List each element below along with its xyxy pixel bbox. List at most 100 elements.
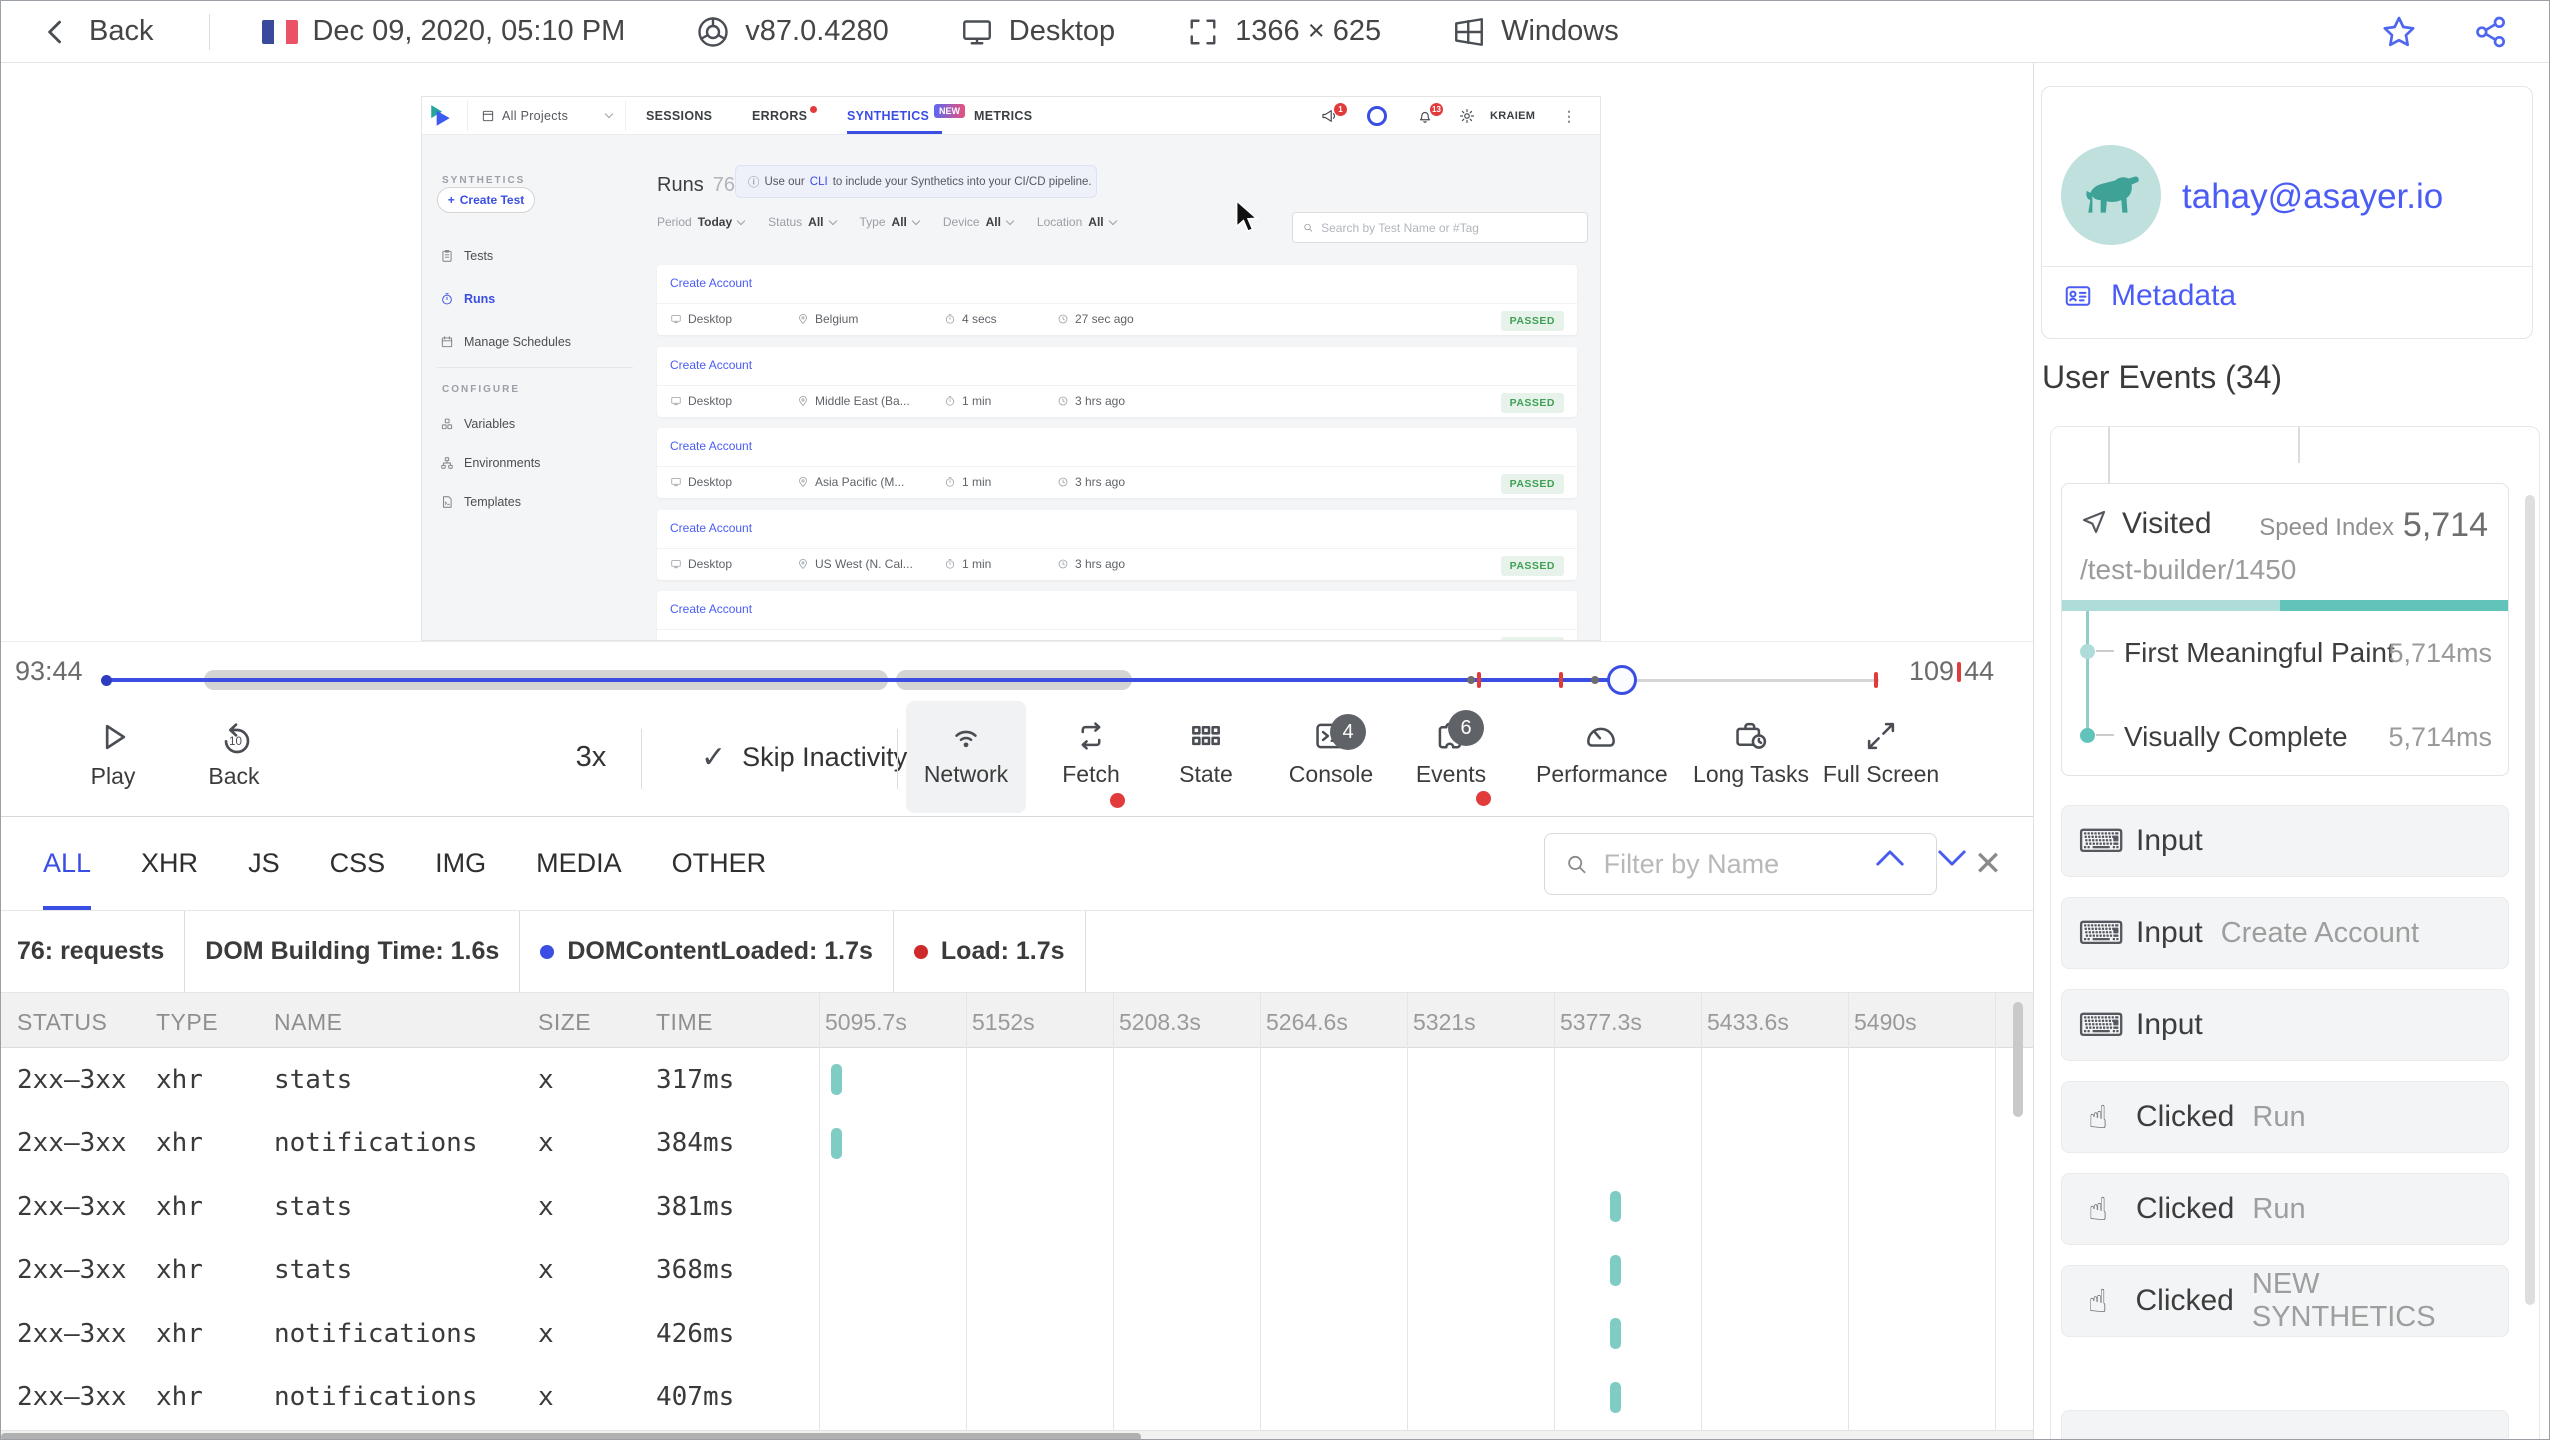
sidebar-item-tests[interactable]: Tests: [440, 249, 493, 263]
filter-type[interactable]: Type All: [860, 215, 921, 229]
project-selector[interactable]: All Projects: [481, 97, 568, 135]
playback-timeline[interactable]: 93:44 109 44: [1, 641, 2033, 701]
horizontal-scrollbar-thumb[interactable]: [1, 1433, 1141, 1439]
event-marker[interactable]: [1591, 676, 1599, 684]
events-scrollbar-thumb[interactable]: [2525, 495, 2535, 1305]
sidebar-item-variables[interactable]: Variables: [440, 417, 515, 431]
request-row[interactable]: 2xx–3xx xhr notifications x 426ms: [1, 1302, 2033, 1366]
error-marker[interactable]: [1559, 672, 1563, 688]
create-test-button[interactable]: + Create Test: [437, 187, 535, 213]
sidebar-item-manage-schedules[interactable]: Manage Schedules: [440, 335, 571, 349]
error-marker[interactable]: [1477, 672, 1481, 688]
performance-panel-button[interactable]: Performance: [1536, 703, 1668, 788]
run-name[interactable]: Create Account: [670, 602, 752, 616]
tab-js[interactable]: JS: [248, 817, 280, 910]
request-row[interactable]: 2xx–3xx xhr notifications x 407ms: [1, 1366, 2033, 1430]
favorite-button[interactable]: [2379, 12, 2419, 52]
full-screen-button[interactable]: Full Screen: [1816, 703, 1946, 788]
tab-xhr[interactable]: XHR: [141, 817, 198, 910]
sidebar-item-environments[interactable]: Environments: [440, 456, 540, 470]
run-card[interactable]: Create Account Desktop Canada (Central) …: [657, 591, 1577, 640]
state-panel-button[interactable]: State: [1141, 703, 1271, 788]
run-card[interactable]: Create Account Desktop Belgium 4 secs 27…: [657, 265, 1577, 335]
run-card[interactable]: Create Account Desktop Middle East (Ba..…: [657, 347, 1577, 417]
gear-icon[interactable]: [1458, 107, 1476, 125]
tab-metrics[interactable]: METRICS: [974, 97, 1032, 135]
sidebar-item-runs[interactable]: Runs: [440, 292, 495, 306]
close-panel-button[interactable]: ✕: [1963, 833, 2013, 895]
run-name[interactable]: Create Account: [670, 358, 752, 372]
fetch-panel-button[interactable]: Fetch: [1026, 703, 1156, 808]
share-button[interactable]: [2471, 12, 2511, 52]
error-marker[interactable]: [1874, 672, 1878, 688]
filter-period[interactable]: Period Today: [657, 215, 746, 229]
tab-all[interactable]: ALL: [43, 817, 92, 910]
network-panel-button[interactable]: Network: [901, 703, 1031, 788]
event-item-clicked[interactable]: ☝ Clicked Run: [2061, 1173, 2509, 1245]
run-card[interactable]: Create Account Desktop US West (N. Cal..…: [657, 510, 1577, 580]
status-badge: PASSED: [1500, 474, 1564, 494]
error-marker: [1957, 661, 1962, 682]
play-button[interactable]: Play: [48, 703, 178, 790]
run-card[interactable]: Create Account Desktop Asia Pacific (M..…: [657, 428, 1577, 498]
back-button[interactable]: Back: [39, 15, 153, 49]
tab-css[interactable]: CSS: [330, 817, 386, 910]
cli-link[interactable]: CLI: [810, 176, 828, 188]
skip-inactivity-toggle[interactable]: ✓ Skip Inactivity: [701, 701, 907, 813]
playback-speed-button[interactable]: 3x: [561, 701, 621, 813]
playhead-handle[interactable]: [1607, 665, 1637, 695]
events-panel-button[interactable]: 6 Events: [1386, 703, 1516, 806]
filter-status[interactable]: Status All: [768, 215, 837, 229]
sidebar-item-templates[interactable]: Templates: [440, 495, 521, 509]
end-time-minutes: 109: [1909, 656, 1955, 686]
event-marker[interactable]: [1467, 676, 1475, 684]
filter-device[interactable]: Device All: [943, 215, 1015, 229]
stopwatch-icon: [945, 477, 955, 487]
test-search-input[interactable]: [1321, 220, 1578, 235]
network-filter-input[interactable]: [1603, 848, 1918, 880]
announcements-badge: 1: [1334, 103, 1347, 116]
briefcase-clock-icon: [1736, 722, 1767, 749]
user-email-link[interactable]: tahay@asayer.io: [2182, 177, 2443, 217]
request-row[interactable]: 2xx–3xx xhr notifications x 384ms: [1, 1112, 2033, 1176]
event-item-clicked[interactable]: ☝ Clicked Run: [2061, 1081, 2509, 1153]
request-row[interactable]: 2xx–3xx xhr stats x 368ms: [1, 1239, 2033, 1303]
replayed-app-screenshot: All Projects SESSIONS ERRORS SYNTHETICS …: [421, 96, 1601, 641]
event-item-partial[interactable]: [2061, 1410, 2509, 1439]
console-panel-button[interactable]: 4 Console: [1266, 703, 1396, 788]
run-name[interactable]: Create Account: [670, 521, 752, 535]
run-name[interactable]: Create Account: [670, 439, 752, 453]
tab-other[interactable]: OTHER: [672, 817, 767, 910]
visited-event-card[interactable]: Visited Speed Index 5,714 /test-builder/…: [2061, 483, 2509, 776]
dom-building-time: DOM Building Time: 1.6s: [185, 911, 521, 992]
event-item-clicked[interactable]: ☝ Clicked NEW SYNTHETICS: [2061, 1265, 2509, 1337]
request-row[interactable]: 2xx–3xx xhr stats x 317ms: [1, 1048, 2033, 1112]
long-tasks-panel-button[interactable]: Long Tasks: [1686, 703, 1816, 788]
filter-location[interactable]: Location All: [1037, 215, 1117, 229]
run-name[interactable]: Create Account: [670, 276, 752, 290]
tab-synthetics[interactable]: SYNTHETICS: [847, 97, 929, 135]
request-row[interactable]: 2xx–3xx xhr stats x 381ms: [1, 1175, 2033, 1239]
tab-sessions[interactable]: SESSIONS: [646, 97, 712, 135]
event-item-input[interactable]: ⌨ Input Create Account: [2061, 897, 2509, 969]
request-name: stats: [274, 1191, 353, 1222]
vertical-scrollbar-thumb[interactable]: [2013, 1002, 2023, 1117]
jump-next-button[interactable]: [1934, 847, 1970, 869]
back-10s-button[interactable]: 10 Back: [169, 703, 299, 790]
request-type: xhr: [156, 1255, 203, 1286]
pointer-icon: ☝: [2088, 1098, 2108, 1136]
tab-img[interactable]: IMG: [435, 817, 486, 910]
fullscreen-icon: [1867, 722, 1895, 750]
event-item-input[interactable]: ⌨ Input: [2061, 805, 2509, 877]
active-tab-underline: [847, 131, 942, 134]
tab-errors[interactable]: ERRORS: [752, 97, 807, 135]
event-item-input[interactable]: ⌨ Input: [2061, 989, 2509, 1061]
jump-previous-button[interactable]: [1872, 847, 1908, 869]
kebab-menu-icon[interactable]: ⋮: [1562, 97, 1576, 135]
time-axis-tick: 5433.6s: [1707, 1009, 1789, 1035]
request-time: 381ms: [656, 1191, 735, 1222]
tab-media[interactable]: MEDIA: [536, 817, 622, 910]
user-menu[interactable]: KRAIEM: [1490, 97, 1535, 135]
metadata-button[interactable]: Metadata: [2061, 279, 2236, 313]
metric-name: First Meaningful Paint: [2124, 637, 2395, 668]
